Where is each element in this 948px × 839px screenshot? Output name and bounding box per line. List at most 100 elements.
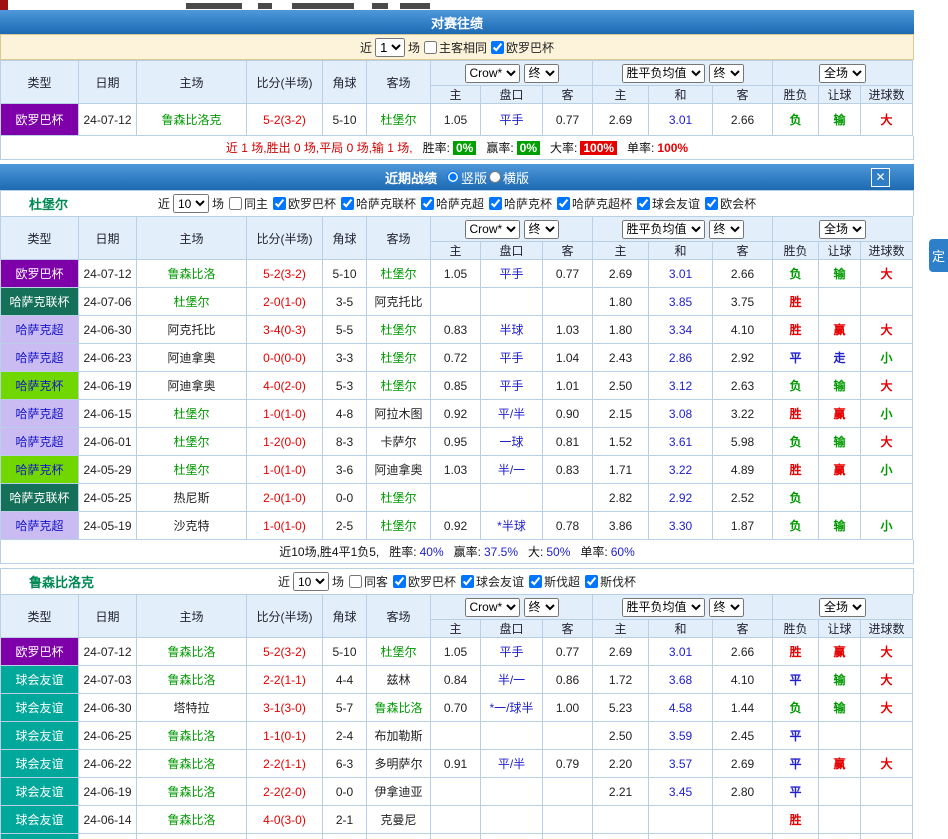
league-filter-option[interactable]: 哈萨克联杯: [341, 195, 416, 212]
corners-cell: 5-3: [323, 372, 367, 400]
ah-away-odds: 0.78: [543, 512, 593, 540]
league-filter-checkbox[interactable]: [637, 197, 650, 210]
europe-mean-select[interactable]: 胜平负均值: [622, 598, 705, 617]
layout-option-label: 横版: [503, 168, 529, 187]
eu-draw-odds: 5.34: [649, 834, 713, 839]
result-overunder: 大: [861, 104, 913, 136]
europe-final-select[interactable]: 终: [709, 220, 744, 239]
ah-line: [481, 722, 543, 750]
result-overunder: 大: [861, 666, 913, 694]
date-cell: 24-07-12: [79, 260, 137, 288]
league-filter-label: 欧会杯: [720, 195, 756, 212]
league-filter-checkbox[interactable]: [421, 197, 434, 210]
ah-away-odds: 0.77: [543, 638, 593, 666]
layout-radio[interactable]: [447, 171, 459, 183]
home-team-cell: 阿克托比: [137, 316, 247, 344]
result-wdl: 平: [773, 778, 819, 806]
league-filter-checkbox[interactable]: [393, 575, 406, 588]
league-filter-label: 哈萨克杯: [504, 195, 552, 212]
europe-mean-select[interactable]: 胜平负均值: [622, 220, 705, 239]
score-cell: 2-0(1-0): [247, 484, 323, 512]
result-handicap: [819, 288, 861, 316]
venue-toggle-option[interactable]: 同客: [349, 573, 388, 590]
table-row: 哈萨克超24-06-23阿迪拿奥0-0(0-0)3-3杜堡尔0.72平手1.04…: [1, 344, 913, 372]
league-filter-checkbox[interactable]: [705, 197, 718, 210]
venue-toggle-label: 同客: [364, 573, 388, 590]
eu-home-odds: 5.23: [593, 694, 649, 722]
ah-away-odds: 0.79: [543, 750, 593, 778]
odds-company-select[interactable]: Crow*: [465, 64, 520, 83]
ah-line: *半球: [481, 512, 543, 540]
league-cell: 哈萨克超: [1, 316, 79, 344]
ah-line: 球半: [481, 834, 543, 839]
eu-draw-odds: 4.58: [649, 694, 713, 722]
league-filter-checkbox[interactable]: [461, 575, 474, 588]
league-filter-option[interactable]: 球会友谊: [637, 195, 700, 212]
league-cell: 欧罗巴杯: [1, 260, 79, 288]
league-filter-checkbox[interactable]: [585, 575, 598, 588]
sub-column-header: 进球数: [861, 86, 913, 104]
venue-toggle-checkbox[interactable]: [229, 197, 242, 210]
games-label: 场: [408, 39, 420, 56]
corners-cell: 5-7: [323, 694, 367, 722]
europe-mean-select[interactable]: 胜平负均值: [622, 64, 705, 83]
eu-home-odds: 1.80: [593, 316, 649, 344]
score-cell: 3-1(3-0): [247, 694, 323, 722]
table-row: 球会友谊24-06-14鲁森比洛4-0(3-0)2-1克曼尼胜: [1, 806, 913, 834]
eu-away-odds: 2.52: [713, 484, 773, 512]
result-handicap: 输: [819, 372, 861, 400]
date-cell: 24-06-30: [79, 694, 137, 722]
venue-toggle-checkbox[interactable]: [349, 575, 362, 588]
h2h-count-select[interactable]: 1: [375, 38, 405, 57]
league-filter-option[interactable]: 斯伐超: [529, 573, 580, 590]
venue-toggle-option[interactable]: 同主: [229, 195, 268, 212]
eu-home-odds: [593, 806, 649, 834]
league-filter-option[interactable]: 哈萨克超杯: [557, 195, 632, 212]
same-venue-option[interactable]: 主客相同: [424, 39, 487, 56]
home-team-cell: 鲁森比洛: [137, 750, 247, 778]
odds-company-select[interactable]: Crow*: [465, 598, 520, 617]
recent-count-select[interactable]: 10: [173, 194, 209, 213]
score-cell: 1-0(1-0): [247, 512, 323, 540]
scope-select[interactable]: 全场: [819, 64, 866, 83]
recent-title-bar: 近期战绩 竖版横版 ✕: [0, 164, 914, 190]
handicap-final-select[interactable]: 终: [524, 64, 559, 83]
league-filter-checkbox[interactable]: [557, 197, 570, 210]
recent-count-select[interactable]: 10: [293, 572, 329, 591]
side-tab-button[interactable]: 定: [929, 239, 948, 272]
league-filter-checkbox[interactable]: [529, 575, 542, 588]
layout-option[interactable]: 横版: [489, 168, 529, 187]
league-filter-option[interactable]: 欧罗巴杯: [273, 195, 336, 212]
home-team-cell: 杜堡尔: [137, 428, 247, 456]
league-filter-option[interactable]: 欧会杯: [705, 195, 756, 212]
eu-away-odds: 2.92: [713, 344, 773, 372]
odds-company-select[interactable]: Crow*: [465, 220, 520, 239]
league-filter-option[interactable]: 欧罗巴杯: [393, 573, 456, 590]
league-filter-option[interactable]: 斯伐杯: [585, 573, 636, 590]
europe-final-select[interactable]: 终: [709, 598, 744, 617]
handicap-group-header: Crow*终: [431, 217, 593, 242]
ah-home-odds: [431, 288, 481, 316]
result-wdl: 胜: [773, 316, 819, 344]
league-filter-option[interactable]: 球会友谊: [461, 573, 524, 590]
h2h-league-checkbox[interactable]: [491, 41, 504, 54]
scope-select[interactable]: 全场: [819, 220, 866, 239]
scope-select[interactable]: 全场: [819, 598, 866, 617]
europe-final-select[interactable]: 终: [709, 64, 744, 83]
league-filter-checkbox[interactable]: [273, 197, 286, 210]
same-venue-checkbox[interactable]: [424, 41, 437, 54]
h2h-league-option[interactable]: 欧罗巴杯: [491, 39, 554, 56]
league-filter-checkbox[interactable]: [341, 197, 354, 210]
layout-radio[interactable]: [489, 171, 501, 183]
league-filter-option[interactable]: 哈萨克杯: [489, 195, 552, 212]
close-icon[interactable]: ✕: [871, 168, 890, 187]
league-filter-option[interactable]: 哈萨克超: [421, 195, 484, 212]
filter-controls: 近10场同主欧罗巴杯哈萨克联杯哈萨克超哈萨克杯哈萨克超杯球会友谊欧会杯: [158, 194, 756, 213]
handicap-final-select[interactable]: 终: [524, 598, 559, 617]
away-team-cell: 多明萨尔: [367, 750, 431, 778]
result-overunder: 大: [861, 428, 913, 456]
handicap-final-select[interactable]: 终: [524, 220, 559, 239]
layout-option[interactable]: 竖版: [447, 168, 487, 187]
league-filter-checkbox[interactable]: [489, 197, 502, 210]
score-cell: 4-0(3-0): [247, 806, 323, 834]
